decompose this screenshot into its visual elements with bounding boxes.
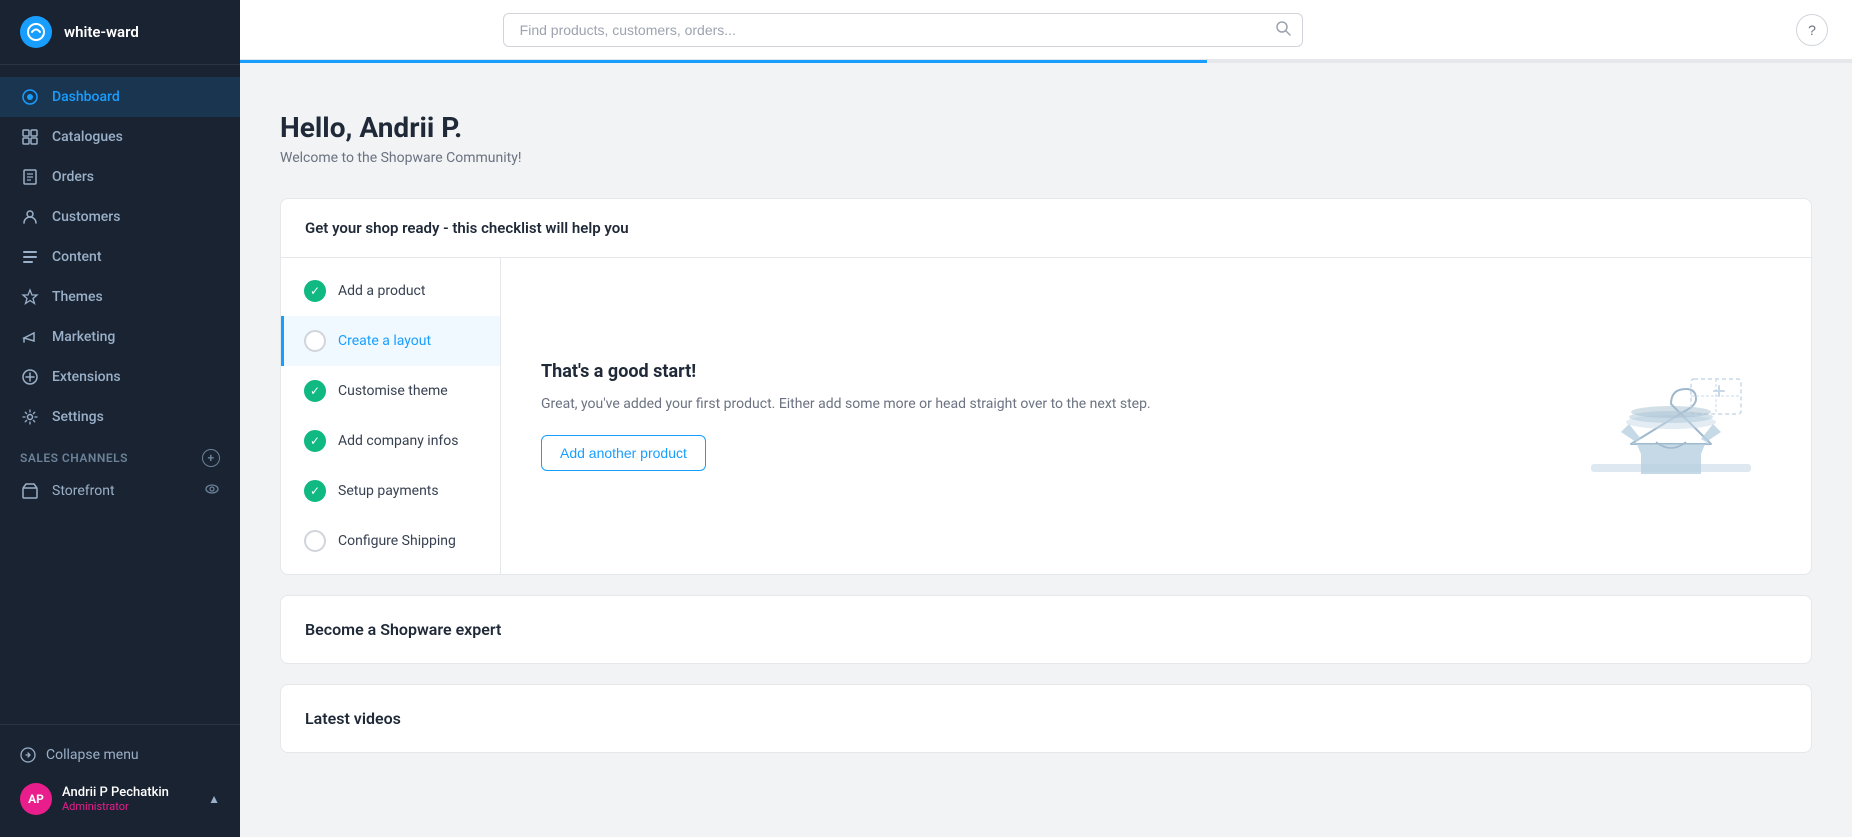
sidebar-item-content-label: Content — [52, 249, 102, 265]
themes-icon — [20, 287, 40, 307]
topbar: ? — [240, 0, 1852, 60]
checklist-setup-payments-label: Setup payments — [338, 483, 439, 499]
user-section[interactable]: AP Andrii P Pechatkin Administrator ▲ — [0, 773, 240, 825]
search-icon — [1275, 20, 1291, 40]
sidebar-item-customers[interactable]: Customers — [0, 197, 240, 237]
checklist-item-company-infos[interactable]: ✓ Add company infos — [281, 416, 500, 466]
customers-icon — [20, 207, 40, 227]
checklist-header: Get your shop ready - this checklist wil… — [281, 199, 1811, 258]
storefront-icon — [20, 481, 40, 501]
become-expert-title: Become a Shopware expert — [305, 620, 1787, 639]
check-company-infos: ✓ — [304, 430, 326, 452]
sidebar-item-content[interactable]: Content — [0, 237, 240, 277]
active-step-description: Great, you've added your first product. … — [541, 394, 1531, 415]
checklist-card: Get your shop ready - this checklist wil… — [280, 198, 1812, 575]
sidebar-header: white-ward — [0, 0, 240, 65]
checklist-create-layout-label: Create a layout — [338, 333, 431, 349]
user-chevron-icon: ▲ — [208, 792, 220, 806]
sidebar-item-orders-label: Orders — [52, 169, 94, 185]
checklist-item-customise-theme[interactable]: ✓ Customise theme — [281, 366, 500, 416]
checklist-configure-shipping-label: Configure Shipping — [338, 533, 456, 549]
content-icon — [20, 247, 40, 267]
extensions-icon — [20, 367, 40, 387]
sidebar-item-dashboard[interactable]: Dashboard — [0, 77, 240, 117]
sidebar-item-dashboard-label: Dashboard — [52, 89, 120, 105]
orders-icon — [20, 167, 40, 187]
check-setup-payments: ✓ — [304, 480, 326, 502]
latest-videos-title: Latest videos — [305, 709, 1787, 728]
checklist-item-add-product[interactable]: ✓ Add a product — [281, 266, 500, 316]
add-another-product-button[interactable]: Add another product — [541, 435, 706, 471]
checklist-active-content: That's a good start! Great, you've added… — [501, 258, 1811, 574]
eye-icon — [204, 481, 220, 501]
sidebar: white-ward Dashboard Catalogues — [0, 0, 240, 837]
marketing-icon — [20, 327, 40, 347]
sidebar-logo — [20, 16, 52, 48]
checklist-item-configure-shipping[interactable]: Configure Shipping — [281, 516, 500, 566]
check-create-layout — [304, 330, 326, 352]
dashboard-icon — [20, 87, 40, 107]
sidebar-item-settings[interactable]: Settings — [0, 397, 240, 437]
page-content: Hello, Andrii P. Welcome to the Shopware… — [240, 63, 1852, 837]
sidebar-bottom: Collapse menu AP Andrii P Pechatkin Admi… — [0, 724, 240, 837]
search-bar — [503, 13, 1303, 47]
storefront-label: Storefront — [52, 483, 115, 499]
check-configure-shipping — [304, 530, 326, 552]
checklist-company-infos-label: Add company infos — [338, 433, 459, 449]
checklist-steps: ✓ Add a product Create a layout ✓ Custom… — [281, 258, 501, 574]
checklist-customise-theme-label: Customise theme — [338, 383, 448, 399]
search-input[interactable] — [503, 13, 1303, 47]
sidebar-item-themes-label: Themes — [52, 289, 103, 305]
help-icon: ? — [1808, 22, 1816, 38]
catalogues-icon — [20, 127, 40, 147]
sidebar-item-orders[interactable]: Orders — [0, 157, 240, 197]
avatar: AP — [20, 783, 52, 815]
check-customise-theme: ✓ — [304, 380, 326, 402]
collapse-menu-button[interactable]: Collapse menu — [0, 737, 240, 773]
check-add-product: ✓ — [304, 280, 326, 302]
active-step-title: That's a good start! — [541, 361, 1531, 382]
sidebar-item-catalogues[interactable]: Catalogues — [0, 117, 240, 157]
collapse-menu-label: Collapse menu — [46, 747, 139, 763]
user-role: Administrator — [62, 800, 169, 813]
sidebar-item-marketing[interactable]: Marketing — [0, 317, 240, 357]
latest-videos-card: Latest videos — [280, 684, 1812, 753]
sales-channels-label: Sales Channels — [20, 451, 128, 465]
sidebar-item-extensions-label: Extensions — [52, 369, 121, 385]
checklist-illustration — [1571, 324, 1771, 508]
page-greeting: Hello, Andrii P. Welcome to the Shopware… — [280, 111, 1812, 166]
sidebar-item-extensions[interactable]: Extensions — [0, 357, 240, 397]
checklist-item-create-layout[interactable]: Create a layout — [281, 316, 500, 366]
sidebar-item-catalogues-label: Catalogues — [52, 129, 123, 145]
sidebar-nav: Dashboard Catalogues — [0, 65, 240, 724]
sidebar-item-customers-label: Customers — [52, 209, 120, 225]
main-area: ? Hello, Andrii P. Welcome to the Shopwa… — [240, 0, 1852, 837]
checklist-body: ✓ Add a product Create a layout ✓ Custom… — [281, 258, 1811, 574]
sidebar-item-marketing-label: Marketing — [52, 329, 115, 345]
page-title: Hello, Andrii P. — [280, 111, 1812, 144]
checklist-add-product-label: Add a product — [338, 283, 425, 299]
brand-name: white-ward — [64, 23, 139, 41]
sidebar-item-storefront[interactable]: Storefront — [0, 471, 240, 511]
user-name: Andrii P Pechatkin — [62, 785, 169, 800]
become-expert-card: Become a Shopware expert — [280, 595, 1812, 664]
add-sales-channel-icon[interactable]: + — [202, 449, 220, 467]
checklist-item-setup-payments[interactable]: ✓ Setup payments — [281, 466, 500, 516]
sales-channels-section[interactable]: Sales Channels + — [0, 437, 240, 471]
sidebar-item-themes[interactable]: Themes — [0, 277, 240, 317]
help-button[interactable]: ? — [1796, 14, 1828, 46]
sidebar-item-settings-label: Settings — [52, 409, 104, 425]
page-subtitle: Welcome to the Shopware Community! — [280, 150, 1812, 166]
settings-icon — [20, 407, 40, 427]
